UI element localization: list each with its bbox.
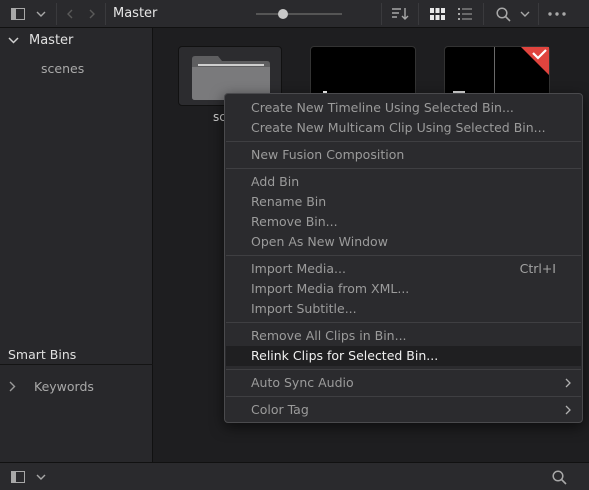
menu-item-add-bin[interactable]: Add Bin xyxy=(226,172,581,192)
chevron-right-icon xyxy=(565,405,571,415)
menu-item-label: Color Tag xyxy=(251,402,309,417)
context-menu: Create New Timeline Using Selected Bin..… xyxy=(224,93,583,423)
toolbar-divider xyxy=(381,3,382,25)
toolbar-divider xyxy=(538,3,539,25)
smart-bin-item-keywords[interactable]: Keywords xyxy=(9,379,94,394)
toolbar-divider xyxy=(105,3,106,25)
menu-item-relink-clips[interactable]: Relink Clips for Selected Bin... xyxy=(226,346,581,366)
chevron-left-icon xyxy=(67,9,73,19)
menu-item-import-media-from-xml[interactable]: Import Media from XML... xyxy=(226,279,581,299)
more-icon xyxy=(548,12,566,16)
toolbar-divider xyxy=(483,3,484,25)
menu-separator xyxy=(226,369,581,370)
bin-tree-item-master[interactable]: Master xyxy=(8,33,73,48)
search-icon xyxy=(551,469,567,485)
toolbar-divider xyxy=(418,3,419,25)
bin-tree-label: Master xyxy=(29,33,74,48)
menu-item-open-as-new-window[interactable]: Open As New Window xyxy=(226,232,581,252)
chevron-down-icon xyxy=(36,11,46,17)
search-options-dropdown-button[interactable] xyxy=(516,0,534,28)
smart-bins-header: Smart Bins xyxy=(8,347,77,362)
sort-icon xyxy=(392,8,409,20)
chevron-right-icon[interactable] xyxy=(9,381,16,392)
more-options-button[interactable] xyxy=(542,0,572,28)
menu-separator xyxy=(226,141,581,142)
menu-separator xyxy=(226,322,581,323)
footer-search-button[interactable] xyxy=(546,463,572,490)
menu-item-auto-sync-audio[interactable]: Auto Sync Audio xyxy=(226,373,581,393)
menu-item-shortcut: Ctrl+I xyxy=(519,261,556,276)
menu-item-create-timeline[interactable]: Create New Timeline Using Selected Bin..… xyxy=(226,98,581,118)
menu-separator xyxy=(226,255,581,256)
chevron-right-icon xyxy=(89,9,95,19)
list-view-button[interactable] xyxy=(452,0,478,28)
menu-separator xyxy=(226,396,581,397)
list-view-icon xyxy=(458,8,472,20)
menu-item-rename-bin[interactable]: Rename Bin xyxy=(226,192,581,212)
panel-layout-icon xyxy=(11,471,25,483)
toolbar-divider xyxy=(56,3,57,25)
bin-toolbar: Master xyxy=(0,0,589,28)
toggle-bin-list-button[interactable] xyxy=(6,0,30,28)
menu-item-remove-bin[interactable]: Remove Bin... xyxy=(226,212,581,232)
menu-separator xyxy=(226,168,581,169)
bin-list-dropdown-button[interactable] xyxy=(31,0,51,28)
chevron-down-icon xyxy=(520,11,530,17)
grid-view-icon xyxy=(429,8,445,20)
breadcrumb[interactable]: Master xyxy=(113,6,157,21)
menu-item-remove-all-clips[interactable]: Remove All Clips in Bin... xyxy=(226,326,581,346)
bin-sidebar: Master scenes Smart Bins Keywords xyxy=(0,28,153,462)
menu-item-import-media[interactable]: Import Media... Ctrl+I xyxy=(226,259,581,279)
menu-item-create-multicam[interactable]: Create New Multicam Clip Using Selected … xyxy=(226,118,581,138)
smart-bin-label: Keywords xyxy=(34,379,94,394)
toggle-bin-list-button[interactable] xyxy=(6,463,30,490)
chevron-down-icon xyxy=(36,474,46,480)
selected-check-badge-icon xyxy=(521,47,549,75)
search-icon xyxy=(495,6,511,22)
search-button[interactable] xyxy=(490,0,516,28)
menu-item-color-tag[interactable]: Color Tag xyxy=(226,400,581,420)
sort-button[interactable] xyxy=(385,0,415,28)
menu-item-new-fusion-composition[interactable]: New Fusion Composition xyxy=(226,145,581,165)
bin-tree-item-scenes[interactable]: scenes xyxy=(41,61,84,76)
forward-button[interactable] xyxy=(82,0,102,28)
thumbnail-size-slider-handle[interactable] xyxy=(278,9,288,19)
bin-footer-bar xyxy=(0,462,589,490)
menu-item-label: Auto Sync Audio xyxy=(251,375,354,390)
menu-item-import-subtitle[interactable]: Import Subtitle... xyxy=(226,299,581,319)
panel-layout-icon xyxy=(11,8,25,20)
sidebar-divider xyxy=(0,364,153,365)
thumbnail-size-slider-track[interactable] xyxy=(256,13,342,15)
chevron-down-icon xyxy=(8,37,19,44)
footer-dropdown-button[interactable] xyxy=(31,463,51,490)
thumbnail-view-button[interactable] xyxy=(424,0,450,28)
menu-item-label: Import Media... xyxy=(251,261,346,276)
back-button[interactable] xyxy=(60,0,80,28)
chevron-right-icon xyxy=(565,378,571,388)
